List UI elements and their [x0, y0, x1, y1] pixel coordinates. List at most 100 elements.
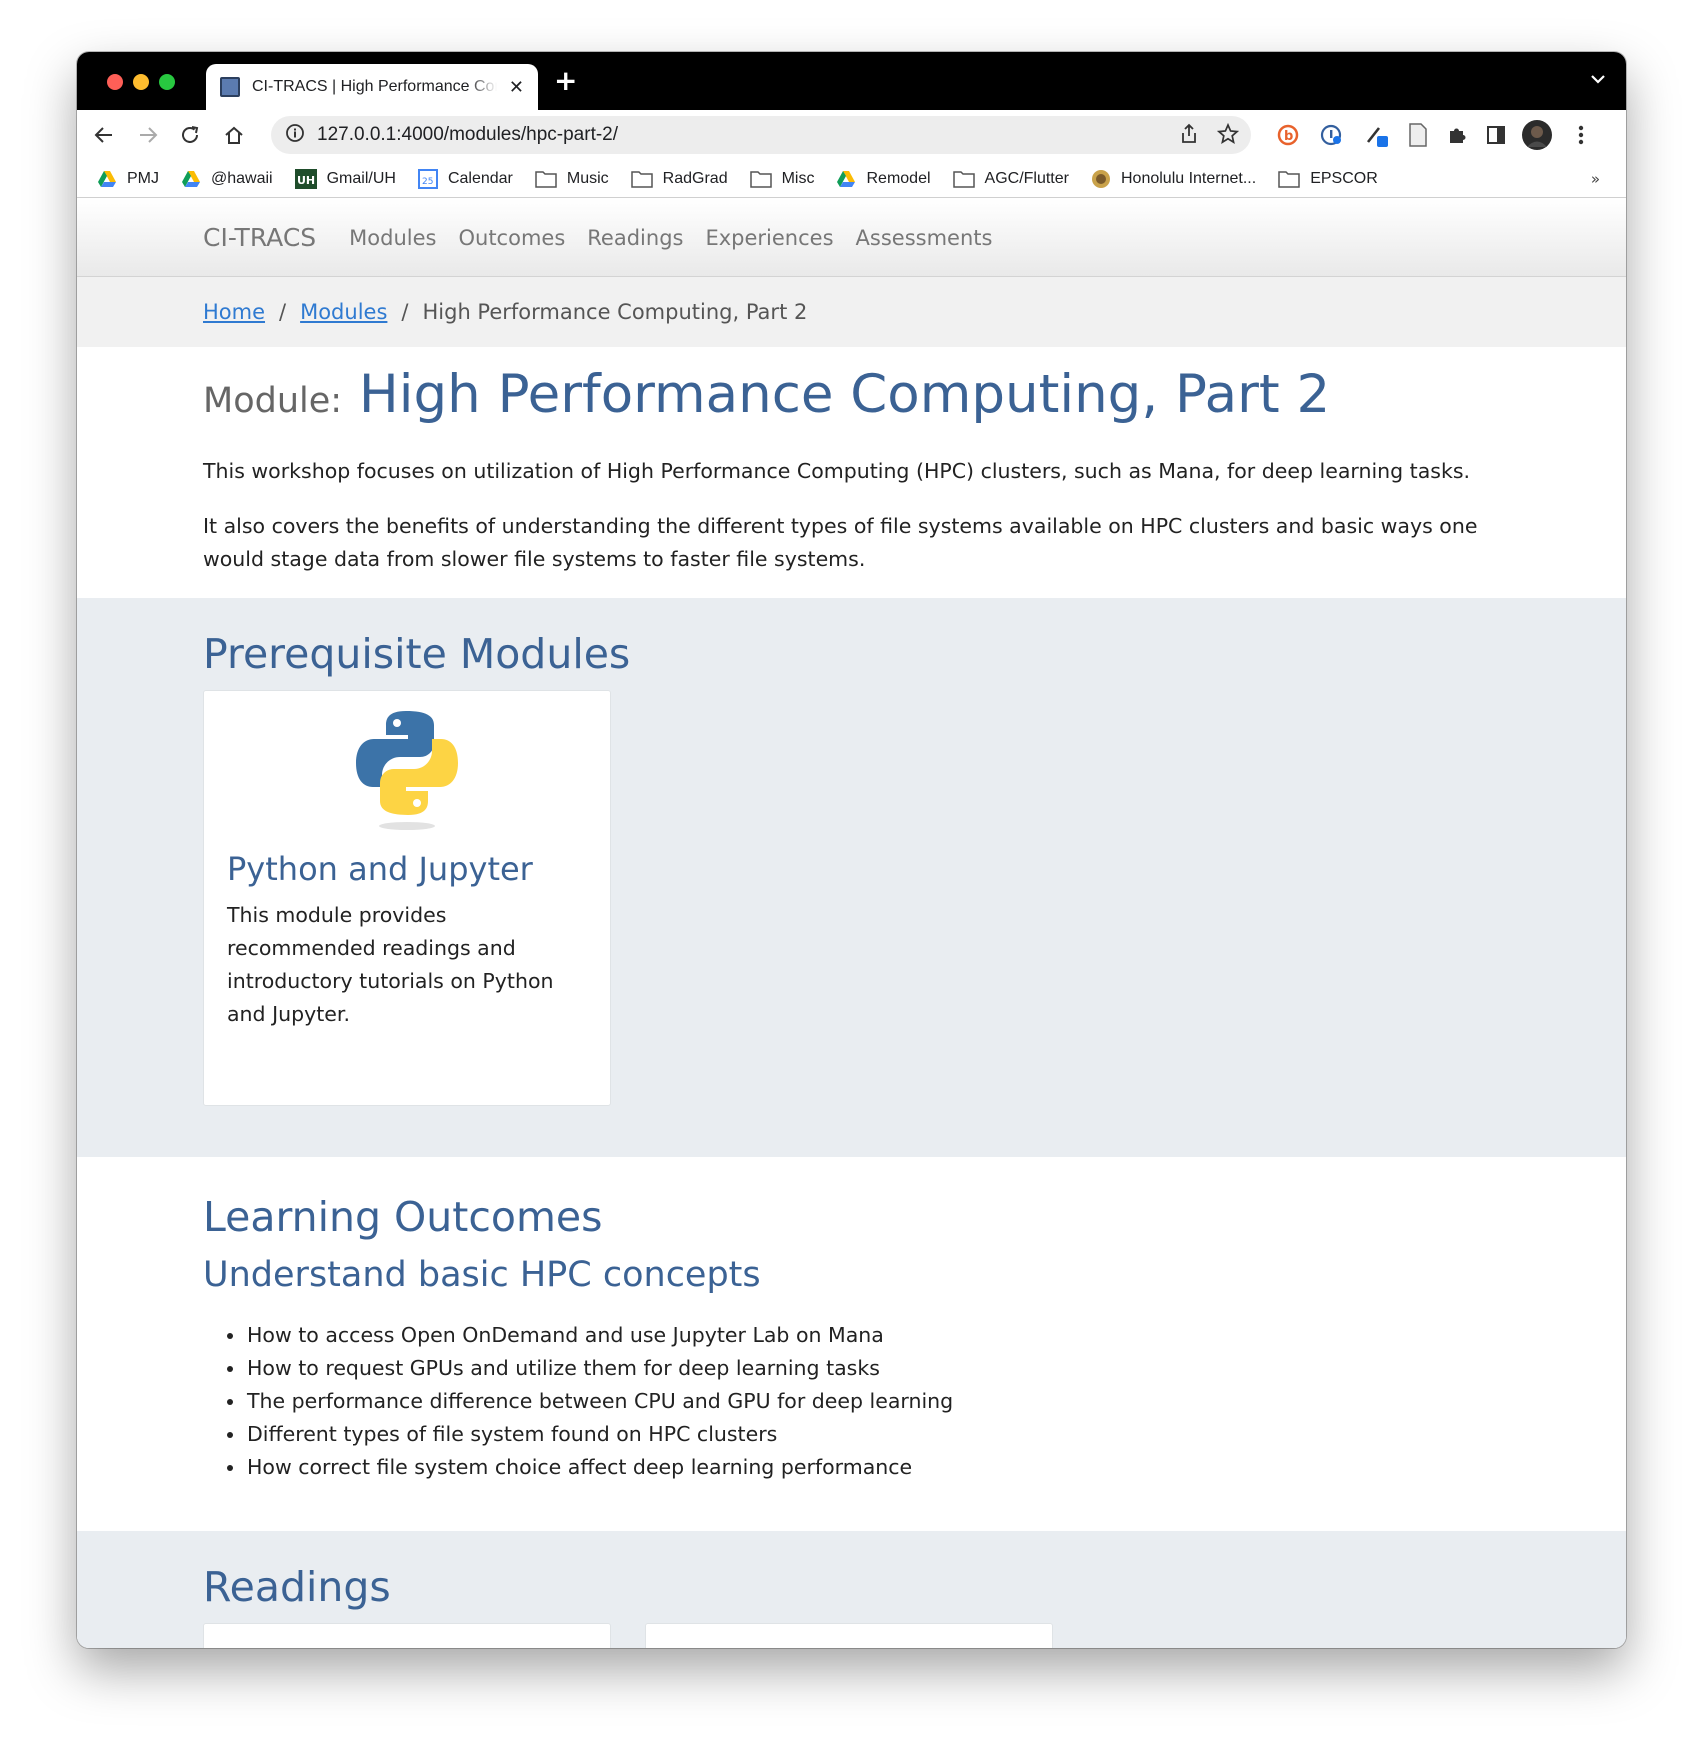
list-item: How to request GPUs and utilize them for…: [227, 1352, 1500, 1385]
minimize-window-button[interactable]: [133, 74, 149, 90]
folder-icon: [535, 170, 557, 188]
bookmark-music[interactable]: Music: [535, 170, 609, 188]
browser-window: CI-TRACS | High Performance Computing, P…: [77, 52, 1626, 1648]
module-title-text: High Performance Computing, Part 2: [358, 364, 1331, 425]
reading-card[interactable]: [645, 1623, 1053, 1648]
browser-menu-kebab-icon[interactable]: [1567, 121, 1595, 149]
python-logo-icon: [356, 711, 458, 830]
bookmark-label: Remodel: [866, 169, 931, 187]
breadcrumb-modules-link[interactable]: Modules: [300, 300, 387, 324]
nav-link-experiences[interactable]: Experiences: [705, 226, 833, 250]
list-item: How correct file system choice affect de…: [227, 1451, 1500, 1484]
site-info-icon[interactable]: [285, 123, 305, 147]
tab-title: CI-TRACS | High Performance Computing, P…: [252, 78, 497, 95]
bookmark-calendar[interactable]: 25 Calendar: [417, 168, 513, 189]
tab-close-icon[interactable]: ✕: [509, 77, 524, 98]
readings-section: Readings: [77, 1531, 1626, 1648]
bookmark-radgrad[interactable]: RadGrad: [630, 169, 728, 188]
home-icon[interactable]: [219, 120, 249, 150]
bookmark-agc-flutter[interactable]: AGC/Flutter: [952, 169, 1069, 188]
list-item: Different types of file system found on …: [227, 1418, 1500, 1451]
bookmark-gmail-uh[interactable]: UH Gmail/UH: [294, 168, 396, 189]
new-tab-button[interactable]: +: [554, 64, 577, 98]
profile-avatar[interactable]: [1521, 119, 1553, 151]
prerequisite-modules-heading: Prerequisite Modules: [203, 630, 631, 678]
url-text[interactable]: 127.0.0.1:4000/modules/hpc-part-2/: [317, 124, 618, 146]
breadcrumb-separator: /: [279, 300, 287, 324]
extension-password-icon[interactable]: [1317, 121, 1345, 149]
reload-icon[interactable]: [175, 120, 205, 150]
tab-search-chevron-icon[interactable]: [1590, 68, 1606, 89]
extension-b-icon[interactable]: b: [1274, 121, 1302, 149]
close-window-button[interactable]: [107, 74, 123, 90]
bookmark-honolulu-internet[interactable]: Honolulu Internet...: [1091, 169, 1256, 189]
side-panel-icon[interactable]: [1482, 121, 1510, 149]
learning-outcomes-heading: Learning Outcomes: [203, 1193, 603, 1241]
bookmark-star-icon[interactable]: [1216, 122, 1240, 149]
list-item: The performance difference between CPU a…: [227, 1385, 1500, 1418]
folder-icon: [630, 170, 653, 188]
folder-icon: [952, 170, 975, 188]
bookmark-pmj[interactable]: PMJ: [97, 170, 159, 188]
module-card-title[interactable]: Python and Jupyter: [227, 847, 587, 891]
svg-text:b: b: [1284, 129, 1293, 144]
back-arrow-icon[interactable]: [89, 120, 119, 150]
bookmarks-bar: PMJ @hawaii UH Gmail/UH 25 Calendar Musi…: [77, 160, 1626, 198]
bookmark-label: @hawaii: [211, 169, 273, 187]
bookmarks-overflow-chevron[interactable]: »: [1591, 170, 1600, 188]
seal-icon: [1091, 169, 1110, 188]
list-item: How to access Open OnDemand and use Jupy…: [227, 1319, 1500, 1352]
share-icon[interactable]: [1179, 123, 1199, 149]
uh-logo-icon: UH: [294, 168, 317, 189]
extensions-puzzle-icon[interactable]: [1443, 121, 1471, 149]
extension-eyedropper-icon[interactable]: [1363, 121, 1391, 149]
bookmark-epscor[interactable]: EPSCOR: [1278, 170, 1378, 188]
bookmark-remodel[interactable]: Remodel: [836, 169, 931, 188]
folder-icon: [1278, 170, 1300, 188]
maximize-window-button[interactable]: [159, 74, 175, 90]
nav-link-outcomes[interactable]: Outcomes: [458, 226, 565, 250]
bookmark-label: Calendar: [447, 169, 513, 187]
learning-outcomes-section: Learning Outcomes Understand basic HPC c…: [77, 1157, 1626, 1531]
bookmark-hawaii[interactable]: @hawaii: [181, 170, 273, 188]
breadcrumb-current: High Performance Computing, Part 2: [422, 300, 808, 324]
module-description: This workshop focuses on utilization of …: [203, 459, 1471, 483]
prerequisite-modules-section: Prerequisite Modules Python and Jupyter …: [77, 598, 1626, 1157]
svg-text:25: 25: [422, 177, 433, 187]
page-title: Module: High Performance Computing, Part…: [203, 361, 1500, 435]
module-card[interactable]: Python and Jupyter This module provides …: [203, 690, 611, 1106]
bookmark-misc[interactable]: Misc: [749, 169, 815, 188]
nav-link-readings[interactable]: Readings: [587, 226, 683, 250]
nav-link-assessments[interactable]: Assessments: [856, 226, 993, 250]
forward-arrow-icon[interactable]: [133, 120, 163, 150]
module-prefix: Module:: [203, 381, 343, 421]
extension-page-icon[interactable]: [1404, 121, 1432, 149]
readings-heading: Readings: [203, 1563, 391, 1611]
nav-link-modules[interactable]: Modules: [349, 226, 436, 250]
bookmark-label: Gmail/UH: [326, 169, 396, 187]
outcome-subheading: Understand basic HPC concepts: [203, 1255, 761, 1295]
bookmark-label: AGC/Flutter: [984, 169, 1069, 187]
bookmark-label: PMJ: [127, 169, 159, 187]
breadcrumb-separator: /: [401, 300, 409, 324]
module-intro: Module: High Performance Computing, Part…: [77, 347, 1626, 598]
google-drive-icon: [182, 170, 200, 187]
tab-strip: CI-TRACS | High Performance Computing, P…: [77, 52, 1626, 110]
site-brand[interactable]: CI-TRACS: [203, 223, 316, 252]
bookmark-label: Honolulu Internet...: [1120, 169, 1257, 187]
breadcrumb-home-link[interactable]: Home: [203, 300, 265, 324]
browser-tab-active[interactable]: CI-TRACS | High Performance Computing, P…: [206, 64, 538, 110]
breadcrumb: Home / Modules / High Performance Comput…: [77, 277, 1626, 347]
folder-icon: [749, 170, 772, 188]
bookmark-label: Music: [566, 169, 609, 187]
reading-card[interactable]: [203, 1623, 611, 1648]
module-card-text: This module provides recommended reading…: [227, 903, 554, 1026]
bookmark-label: RadGrad: [662, 169, 728, 187]
site-navbar: CI-TRACS Modules Outcomes Readings Exper…: [77, 199, 1626, 277]
outcome-list: How to access Open OnDemand and use Jupy…: [227, 1319, 1500, 1484]
svg-text:UH: UH: [297, 174, 315, 187]
bookmark-label: Misc: [781, 169, 815, 187]
readings-cards: [203, 1623, 1500, 1648]
bookmark-label: EPSCOR: [1310, 169, 1378, 187]
address-bar[interactable]: 127.0.0.1:4000/modules/hpc-part-2/: [271, 116, 1251, 154]
